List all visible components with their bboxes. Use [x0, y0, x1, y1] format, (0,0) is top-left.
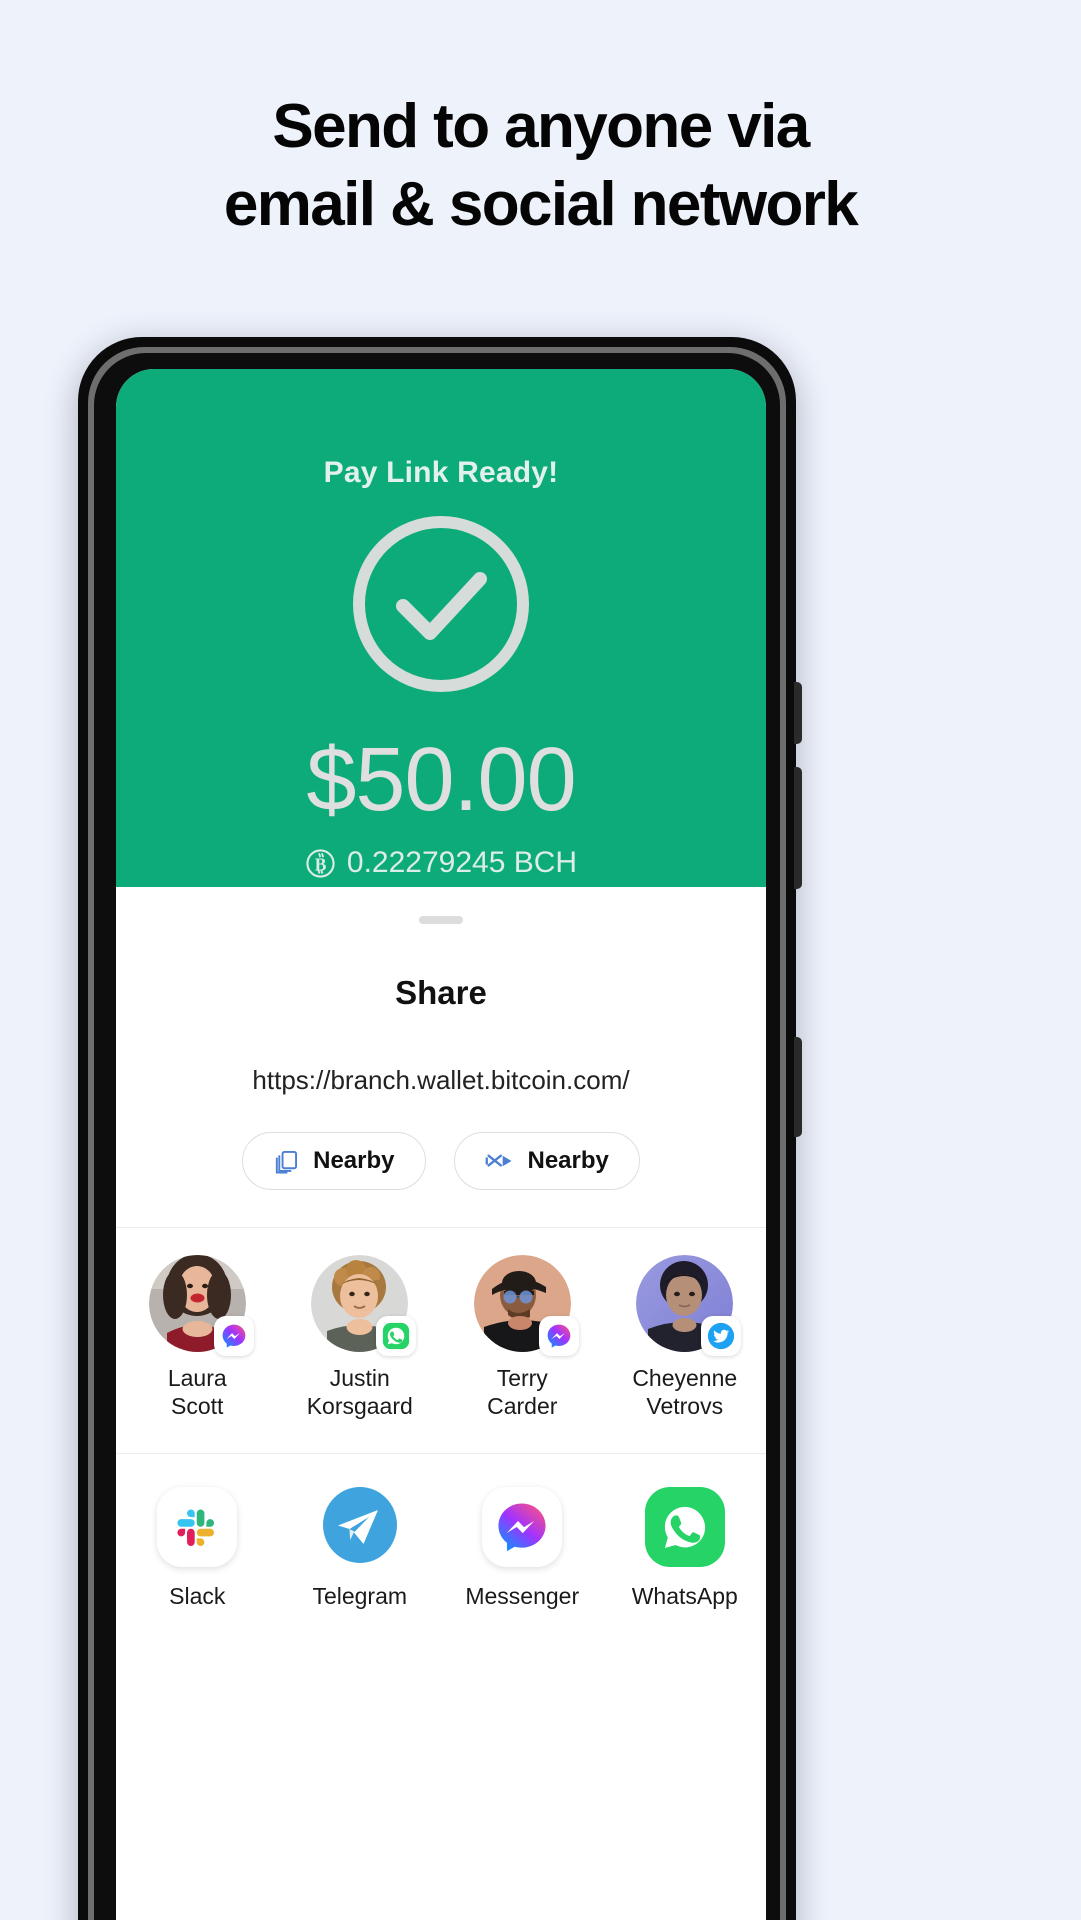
contact-name: Laura Scott	[168, 1364, 227, 1420]
app-label: Slack	[169, 1583, 226, 1609]
nearby-share-label: Nearby	[527, 1147, 609, 1174]
app-item-whatsapp[interactable]: WhatsApp	[604, 1487, 767, 1610]
messenger-icon	[538, 1316, 579, 1356]
sheet-divider-top	[116, 1227, 766, 1228]
pay-link-card: Pay Link Ready! $50.00 B 0.22279245 BCH	[116, 369, 766, 887]
contact-last-name: Scott	[171, 1393, 224, 1419]
amount-crypto-value: 0.22279245 BCH	[346, 846, 578, 879]
app-item-telegram[interactable]: Telegram	[279, 1485, 442, 1610]
copy-icon	[273, 1148, 300, 1175]
app-label: Messenger	[465, 1583, 580, 1609]
app-icon-wrapper	[482, 1487, 563, 1567]
whatsapp-icon	[376, 1316, 417, 1356]
messenger-icon	[482, 1487, 563, 1567]
app-label: WhatsApp	[631, 1583, 738, 1609]
svg-text:B: B	[315, 854, 327, 874]
app-item-slack[interactable]: Slack	[116, 1487, 279, 1610]
messenger-icon	[213, 1316, 254, 1356]
avatar-wrapper	[148, 1255, 254, 1356]
avatar-wrapper	[311, 1255, 417, 1356]
copy-nearby-label: Nearby	[313, 1147, 395, 1174]
share-sheet: Share https://branch.wallet.bitcoin.com/…	[116, 887, 766, 1920]
contact-first-name: Cheyenne	[632, 1365, 738, 1391]
app-icon-wrapper	[157, 1487, 238, 1567]
avatar-wrapper	[473, 1255, 579, 1356]
phone-side-button-volume[interactable]	[794, 767, 802, 889]
contact-item[interactable]: Terry Carder	[441, 1255, 604, 1420]
app-label: Telegram	[312, 1583, 408, 1609]
contact-name: Justin Korsgaard	[307, 1364, 413, 1420]
whatsapp-icon	[644, 1487, 725, 1567]
avatar-wrapper	[636, 1255, 742, 1356]
phone-screen: Pay Link Ready! $50.00 B 0.22279245 BCH …	[116, 369, 766, 1920]
nearby-button-row: Nearby Nearby	[116, 1132, 766, 1190]
nearby-share-icon	[485, 1149, 515, 1173]
contact-first-name: Laura	[167, 1365, 227, 1391]
contact-first-name: Terry	[496, 1365, 548, 1391]
contact-item[interactable]: Laura Scott	[116, 1255, 279, 1420]
twitter-icon	[701, 1316, 742, 1356]
contact-name: Terry Carder	[487, 1364, 557, 1420]
page-title: Send to anyone via email & social networ…	[0, 88, 1081, 244]
share-url[interactable]: https://branch.wallet.bitcoin.com/	[116, 1065, 766, 1096]
contact-name: Cheyenne Vetrovs	[632, 1364, 737, 1420]
app-item-messenger[interactable]: Messenger	[441, 1487, 604, 1610]
share-sheet-title: Share	[395, 974, 487, 1011]
contact-first-name: Justin	[329, 1365, 390, 1391]
bitcoin-cash-icon: B	[305, 848, 336, 879]
copy-nearby-button[interactable]: Nearby	[242, 1132, 426, 1190]
phone-side-button-mute[interactable]	[794, 682, 802, 744]
sheet-divider-bottom	[116, 1453, 766, 1454]
pay-link-title: Pay Link Ready!	[323, 456, 559, 489]
contact-last-name: Carder	[487, 1393, 558, 1419]
app-icon-wrapper	[320, 1485, 400, 1570]
amount-fiat: $50.00	[306, 730, 576, 830]
contact-last-name: Vetrovs	[646, 1393, 724, 1419]
amount-crypto-row: B 0.22279245 BCH	[116, 846, 766, 880]
phone-mockup: Pay Link Ready! $50.00 B 0.22279245 BCH …	[78, 337, 802, 1920]
check-circle-icon	[348, 511, 534, 697]
nearby-share-button[interactable]: Nearby	[453, 1132, 640, 1190]
contacts-row: Laura Scott Justin Korsgaard Terry Carde…	[116, 1255, 766, 1420]
contact-last-name: Korsgaard	[306, 1393, 413, 1419]
app-icon-wrapper	[644, 1487, 725, 1567]
phone-side-button-power[interactable]	[794, 1037, 802, 1137]
page-title-line-2: email & social network	[223, 170, 859, 239]
telegram-icon	[320, 1485, 400, 1570]
slack-icon	[157, 1487, 238, 1567]
sheet-drag-handle[interactable]	[419, 916, 463, 924]
contact-item[interactable]: Cheyenne Vetrovs	[604, 1255, 767, 1420]
page-title-line-1: Send to anyone via	[272, 92, 810, 161]
apps-row: Slack Telegram Messenger WhatsApp	[116, 1485, 767, 1610]
contact-item[interactable]: Justin Korsgaard	[279, 1255, 442, 1420]
